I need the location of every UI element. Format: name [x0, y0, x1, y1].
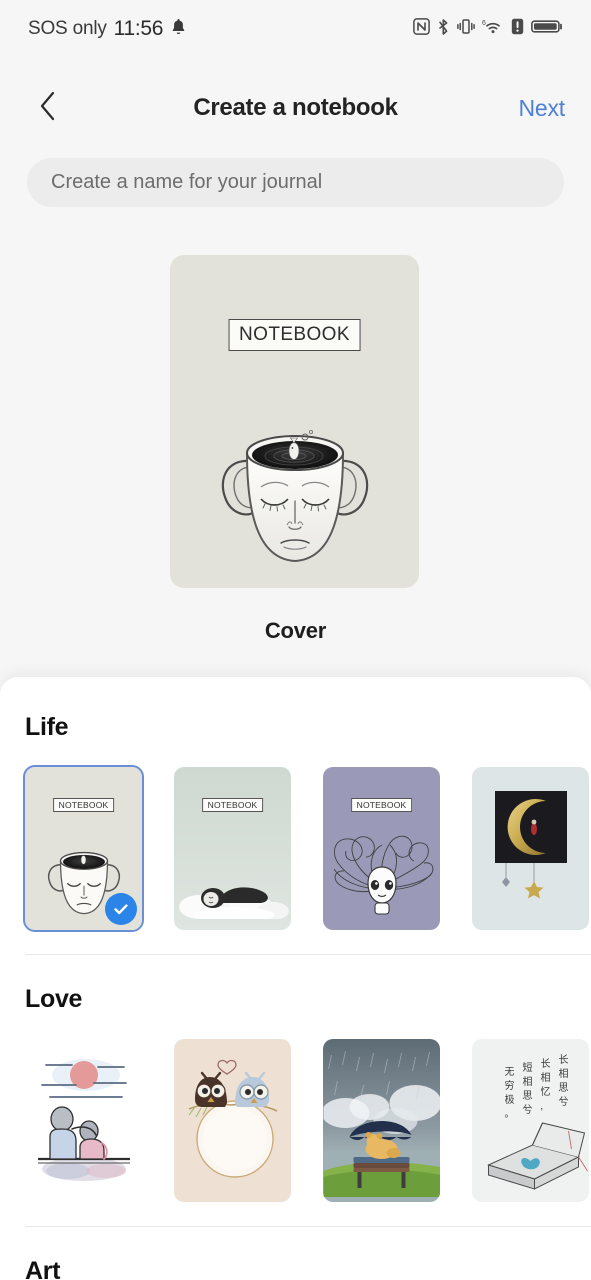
- cover-thumb-life-3[interactable]: NOTEBOOK: [323, 767, 440, 930]
- alert-icon: [511, 18, 524, 40]
- svg-text:。: 。: [504, 1109, 514, 1120]
- journal-name-input[interactable]: [27, 158, 564, 207]
- section-title-art: Art: [25, 1257, 61, 1280]
- girl-with-flowing-hair-illustration: [324, 815, 440, 924]
- carrier-label: SOS only: [28, 18, 107, 39]
- section-art: Art: [0, 1227, 591, 1280]
- section-title-life: Life: [25, 713, 69, 741]
- svg-text:相: 相: [540, 1071, 550, 1084]
- cover-thumb-love-2[interactable]: [174, 1039, 291, 1202]
- couple-watching-sunset-illustration: [28, 1045, 140, 1194]
- cover-thumb-label: NOTEBOOK: [350, 798, 413, 812]
- section-life: Life NOTEBOOK NOTEBOOK NOTEBOOK: [0, 677, 591, 932]
- cover-thumb-love-4[interactable]: 长相思兮 长相忆, 短相思兮 无穷极。: [472, 1039, 589, 1202]
- cover-thumb-label: NOTEBOOK: [52, 798, 115, 812]
- nfc-icon: [413, 18, 430, 40]
- svg-text:相: 相: [522, 1075, 532, 1088]
- cover-thumb-love-3[interactable]: [323, 1039, 440, 1202]
- svg-text:6: 6: [482, 20, 486, 27]
- status-bar: SOS only 11:56 6: [0, 0, 591, 58]
- teddy-bear-on-bench-with-umbrella-illustration: [323, 1050, 440, 1202]
- svg-text:忆: 忆: [540, 1085, 550, 1098]
- create-notebook-screen: SOS only 11:56 6 Create a notebook Next …: [0, 0, 591, 1280]
- cover-row-life: NOTEBOOK NOTEBOOK NOTEBOOK: [0, 765, 591, 932]
- svg-text:穷: 穷: [504, 1079, 514, 1092]
- section-love: Love 长 相 思 兮 长 相 忆 , 短 相 思 兮 无 穷 极 。: [0, 955, 591, 1202]
- clock-label: 11:56: [113, 17, 164, 40]
- svg-text:长: 长: [540, 1058, 550, 1070]
- selected-check-badge: [105, 893, 137, 925]
- svg-text:无: 无: [504, 1067, 514, 1078]
- cover-gallery-sheet: Life NOTEBOOK NOTEBOOK NOTEBOOK Love 长 相…: [0, 677, 591, 1280]
- svg-text:,: ,: [540, 1101, 543, 1112]
- cover-thumb-life-1[interactable]: NOTEBOOK: [23, 765, 144, 932]
- chinese-poem-open-book-illustration: 长相思兮 长相忆, 短相思兮 无穷极。: [472, 1039, 589, 1202]
- svg-text:短: 短: [522, 1061, 532, 1074]
- chevron-left-icon: [38, 90, 58, 127]
- svg-text:思: 思: [522, 1090, 532, 1102]
- svg-text:兮: 兮: [558, 1095, 568, 1108]
- crescent-moon-illustration: [490, 789, 572, 912]
- cover-row-love: 长相思兮 长相忆, 短相思兮 无穷极。: [0, 1039, 591, 1202]
- baby-sleeping-on-clouds-illustration: [177, 857, 289, 924]
- back-button[interactable]: [26, 86, 70, 130]
- two-owls-with-heart-illustration: [181, 1047, 285, 1192]
- svg-text:长: 长: [558, 1054, 568, 1066]
- cover-thumb-label: NOTEBOOK: [201, 798, 264, 812]
- navigation-bar: Create a notebook Next: [0, 80, 591, 136]
- cover-thumb-life-4[interactable]: [472, 767, 589, 930]
- svg-text:极: 极: [504, 1093, 514, 1106]
- section-title-love: Love: [25, 985, 83, 1013]
- status-bar-right: 6: [413, 18, 563, 41]
- bluetooth-icon: [437, 18, 450, 41]
- cover-thumb-life-2[interactable]: NOTEBOOK: [174, 767, 291, 930]
- cover-caption: Cover: [264, 618, 327, 643]
- battery-icon: [531, 18, 563, 40]
- cover-thumb-love-1[interactable]: [25, 1039, 142, 1202]
- page-title: Create a notebook: [193, 94, 398, 121]
- vibrate-icon: [457, 18, 475, 40]
- status-bar-left: SOS only 11:56: [28, 17, 187, 41]
- svg-text:相: 相: [558, 1067, 568, 1080]
- wifi6-icon: 6: [482, 18, 504, 40]
- bell-icon: [170, 18, 187, 41]
- svg-text:兮: 兮: [522, 1103, 532, 1116]
- cover-preview-card[interactable]: NOTEBOOK: [170, 255, 419, 588]
- face-cup-with-fish-illustration: [205, 401, 385, 576]
- next-button[interactable]: Next: [519, 95, 566, 122]
- svg-text:思: 思: [558, 1082, 568, 1094]
- cover-preview-label: NOTEBOOK: [228, 319, 361, 351]
